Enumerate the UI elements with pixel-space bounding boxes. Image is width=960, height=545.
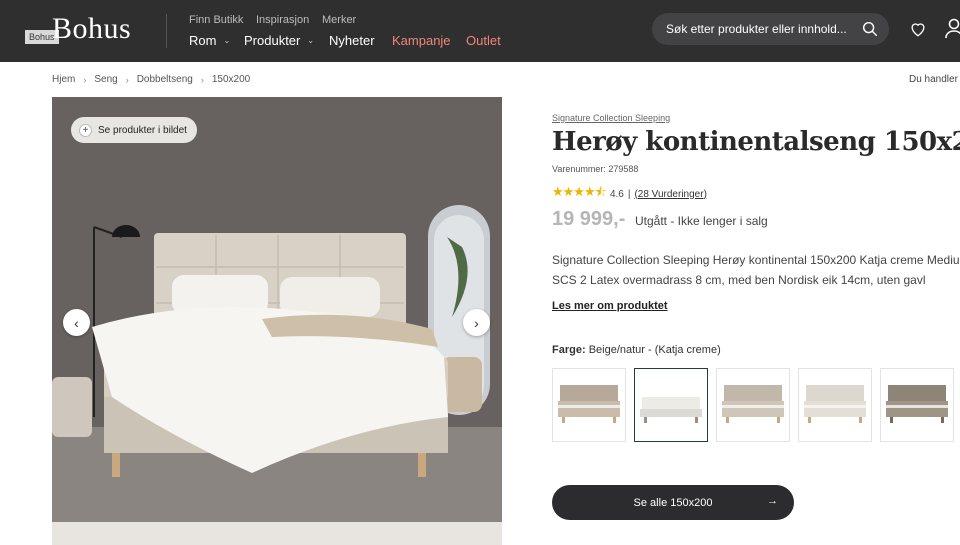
header-divider: [166, 14, 167, 48]
top-link-merker[interactable]: Merker: [322, 14, 356, 26]
user-icon[interactable]: [944, 17, 960, 39]
nav-label: Kampanje: [392, 33, 451, 48]
top-link-finn-butikk[interactable]: Finn Butikk: [189, 14, 243, 26]
product-description: Signature Collection Sleeping Herøy kont…: [552, 250, 960, 290]
arrow-right-icon: →: [767, 495, 778, 507]
chevron-down-icon: ⌄: [307, 36, 315, 45]
gallery-prev-button[interactable]: ‹: [63, 309, 90, 336]
site-header: Bohus Bohus Finn Butikk Inspirasjon Merk…: [0, 0, 960, 62]
nav-produkter[interactable]: Produkter ⌄: [244, 33, 314, 48]
search-icon[interactable]: [861, 20, 879, 38]
product-price: 19 999,-: [552, 208, 626, 230]
nav-nyheter[interactable]: Nyheter: [329, 33, 375, 48]
top-link-inspirasjon[interactable]: Inspirasjon: [256, 14, 309, 26]
nav-label: Produkter: [244, 33, 301, 48]
bed-thumbnail: [722, 385, 784, 423]
bed-thumbnail: [804, 385, 866, 423]
breadcrumb-item[interactable]: 150x200: [212, 74, 250, 85]
read-more-link[interactable]: Les mer om produktet: [552, 300, 668, 312]
chevron-right-icon: ›: [83, 74, 87, 85]
chevron-right-icon: ›: [200, 74, 204, 85]
breadcrumb: Hjem › Seng › Dobbeltseng › 150x200: [52, 74, 250, 85]
see-products-button[interactable]: + Se produkter i bildet: [71, 117, 197, 143]
chevron-left-icon: ‹: [74, 314, 79, 331]
chevron-right-icon: ›: [125, 74, 129, 85]
see-all-button[interactable]: Se alle 150x200 →: [552, 485, 794, 520]
description-line: Signature Collection Sleeping Herøy kont…: [552, 253, 960, 267]
color-swatch[interactable]: [716, 368, 790, 442]
product-sku: Varenummer: 279588: [552, 164, 639, 174]
description-line: SCS 2 Latex overmadrass 8 cm, med ben No…: [552, 273, 926, 287]
breadcrumb-item[interactable]: Dobbeltseng: [137, 74, 193, 85]
search-input[interactable]: Søk etter produkter eller innhold...: [652, 13, 889, 45]
bedroom-photo: [52, 97, 502, 545]
product-rating: ★★★★⯪ 4.6 | (28 Vurderinger): [552, 183, 707, 205]
reviews-link[interactable]: (28 Vurderinger): [634, 189, 706, 200]
color-swatch-selected[interactable]: [634, 368, 708, 442]
heart-icon[interactable]: [908, 19, 928, 39]
chevron-right-icon: ›: [474, 314, 479, 331]
nav-label: Nyheter: [329, 33, 375, 48]
product-status: Utgått - Ikke lenger i salg: [635, 214, 768, 228]
product-title: Herøy kontinentalseng 150x200: [552, 127, 960, 157]
logo[interactable]: Bohus: [52, 12, 131, 46]
color-swatch[interactable]: [552, 368, 626, 442]
collection-link[interactable]: Signature Collection Sleeping: [552, 113, 670, 123]
nav-label: Outlet: [466, 33, 501, 48]
see-all-label: Se alle 150x200: [633, 496, 713, 509]
rating-value: 4.6: [609, 188, 624, 200]
bed-thumbnail: [558, 385, 620, 423]
nav-kampanje[interactable]: Kampanje: [392, 33, 451, 48]
nav-outlet[interactable]: Outlet: [466, 33, 501, 48]
bed-thumbnail: [640, 397, 702, 423]
product-image[interactable]: + Se produkter i bildet ‹ ›: [52, 97, 502, 545]
rating-divider: |: [627, 188, 631, 200]
nav-label: Rom: [189, 33, 217, 48]
gallery-next-button[interactable]: ›: [463, 309, 490, 336]
store-notice[interactable]: Du handler fr: [909, 74, 960, 85]
color-label-title: Farge:: [552, 344, 586, 356]
see-products-label: Se produkter i bildet: [98, 124, 187, 136]
nav-rom[interactable]: Rom ⌄: [189, 33, 230, 48]
color-swatch[interactable]: [798, 368, 872, 442]
color-value: Beige/natur - (Katja creme): [588, 344, 721, 356]
color-label: Farge: Beige/natur - (Katja creme): [552, 344, 721, 356]
chevron-down-icon: ⌄: [223, 36, 231, 45]
breadcrumb-item[interactable]: Hjem: [52, 74, 75, 85]
plus-icon: +: [79, 123, 92, 137]
color-swatch[interactable]: [880, 368, 954, 442]
color-swatches: [552, 368, 954, 442]
breadcrumb-item[interactable]: Seng: [94, 74, 117, 85]
search-placeholder: Søk etter produkter eller innhold...: [666, 22, 847, 36]
star-rating-icon: ★★★★⯪: [552, 184, 607, 199]
bed-thumbnail: [886, 385, 948, 423]
